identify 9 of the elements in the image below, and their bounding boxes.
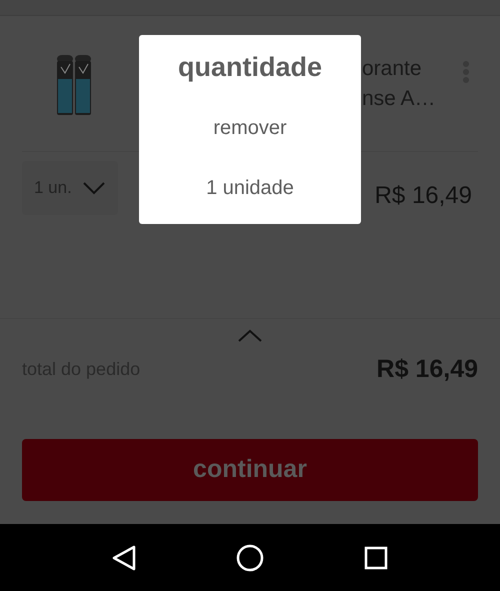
item-price: R$ 16,49 (374, 181, 472, 211)
dialog-title: quantidade (178, 51, 322, 84)
dialog-option[interactable]: remover (205, 108, 295, 148)
recents-icon[interactable] (364, 546, 388, 570)
home-icon[interactable] (236, 544, 264, 572)
dialog-option[interactable]: 1 unidade (198, 168, 302, 208)
order-total-value: R$ 16,49 (376, 354, 478, 385)
chevron-down-icon (82, 181, 106, 195)
back-icon[interactable] (112, 544, 136, 570)
